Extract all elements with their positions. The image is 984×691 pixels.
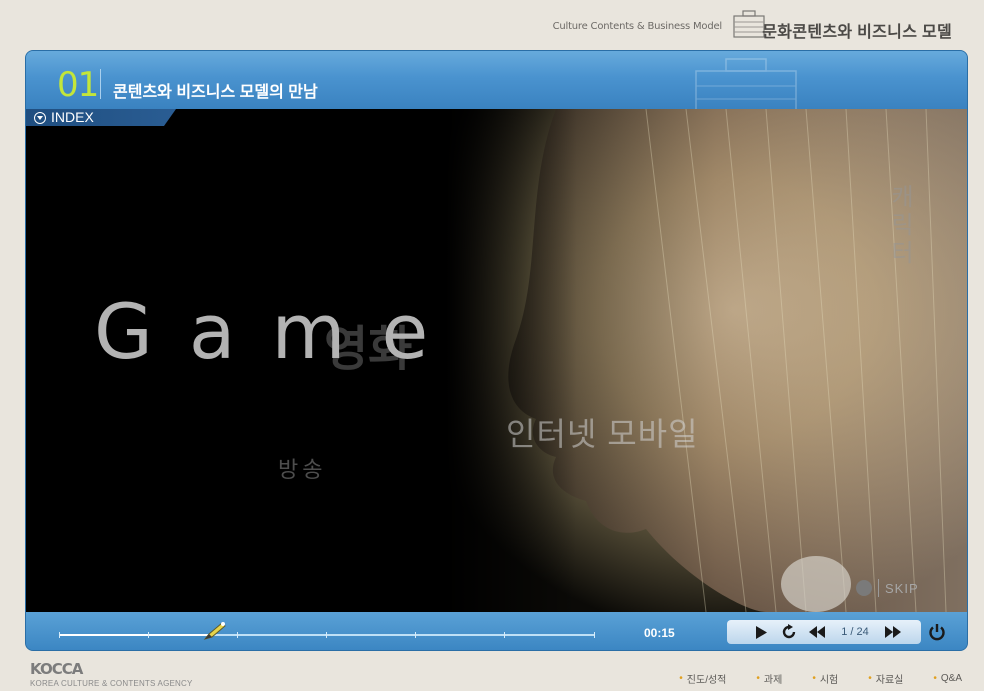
skip-separator bbox=[878, 579, 879, 597]
skip-label: SKIP bbox=[885, 580, 919, 596]
replay-icon[interactable] bbox=[781, 624, 797, 640]
course-korean-title: 문화콘텐츠와 비즈니스 모델 bbox=[762, 24, 952, 41]
kocca-logo: KOCCA KOREA CULTURE & CONTENTS AGENCY bbox=[30, 660, 193, 688]
index-button[interactable]: INDEX bbox=[26, 109, 176, 126]
nav-qna[interactable]: Q&A bbox=[933, 671, 962, 686]
video-stage: INDEX 영화 Game 방송 인터넷 모바일 캐릭터 SKIP bbox=[26, 109, 967, 612]
next-icon[interactable] bbox=[885, 624, 901, 640]
progress-tick bbox=[415, 632, 416, 638]
word-internet-mobile: 인터넷 모바일 bbox=[506, 416, 699, 452]
progress-tick bbox=[326, 632, 327, 638]
footer-nav: 진도/성적 과제 시험 자료실 Q&A bbox=[679, 671, 962, 686]
play-icon[interactable] bbox=[753, 624, 769, 640]
progress-fill bbox=[59, 634, 210, 636]
logo-subtitle: KOREA CULTURE & CONTENTS AGENCY bbox=[30, 679, 193, 688]
player-frame: 01 콘텐츠와 비즈니스 모델의 만남 INDEX 영화 Game 방송 인터넷… bbox=[25, 50, 968, 651]
chapter-title: 콘텐츠와 비즈니스 모델의 만남 bbox=[113, 84, 318, 101]
nav-exam[interactable]: 시험 bbox=[812, 671, 838, 686]
index-label: INDEX bbox=[51, 109, 94, 125]
progress-tick bbox=[237, 632, 238, 638]
progress-tick bbox=[504, 632, 505, 638]
progress-tick bbox=[59, 632, 60, 638]
progress-tick bbox=[148, 632, 149, 638]
word-character: 캐릭터 bbox=[886, 184, 913, 268]
progress-track[interactable] bbox=[59, 622, 595, 640]
skip-button[interactable]: SKIP bbox=[856, 579, 919, 597]
page-indicator: 1 / 24 bbox=[841, 626, 869, 638]
nav-assignment[interactable]: 과제 bbox=[756, 671, 782, 686]
elapsed-time: 00:15 bbox=[644, 626, 675, 640]
top-header: Culture Contents & Business Model 문화콘텐츠와… bbox=[0, 0, 984, 50]
chapter-number: 01 bbox=[57, 65, 99, 105]
progress-pencil-handle-icon[interactable] bbox=[203, 621, 227, 641]
chapter-separator bbox=[100, 69, 101, 99]
skip-dot-icon bbox=[856, 580, 872, 596]
course-english-title: Culture Contents & Business Model bbox=[552, 21, 723, 32]
briefcase-watermark-icon bbox=[695, 58, 797, 111]
word-broadcast: 방송 bbox=[278, 457, 327, 482]
logo-mark: KOCCA bbox=[30, 660, 83, 678]
previous-icon[interactable] bbox=[809, 624, 825, 640]
playback-controls: 1 / 24 bbox=[727, 620, 921, 644]
dropdown-circle-icon bbox=[34, 111, 46, 124]
progress-tick bbox=[594, 632, 595, 638]
chapter-title-bar: 01 콘텐츠와 비즈니스 모델의 만남 bbox=[26, 51, 967, 111]
nav-resources[interactable]: 자료실 bbox=[868, 671, 904, 686]
word-game: Game bbox=[94, 287, 465, 376]
nav-progress-grades[interactable]: 진도/성적 bbox=[679, 671, 727, 686]
power-icon[interactable] bbox=[928, 623, 946, 641]
player-controls: 00:15 1 / 24 bbox=[26, 612, 967, 650]
